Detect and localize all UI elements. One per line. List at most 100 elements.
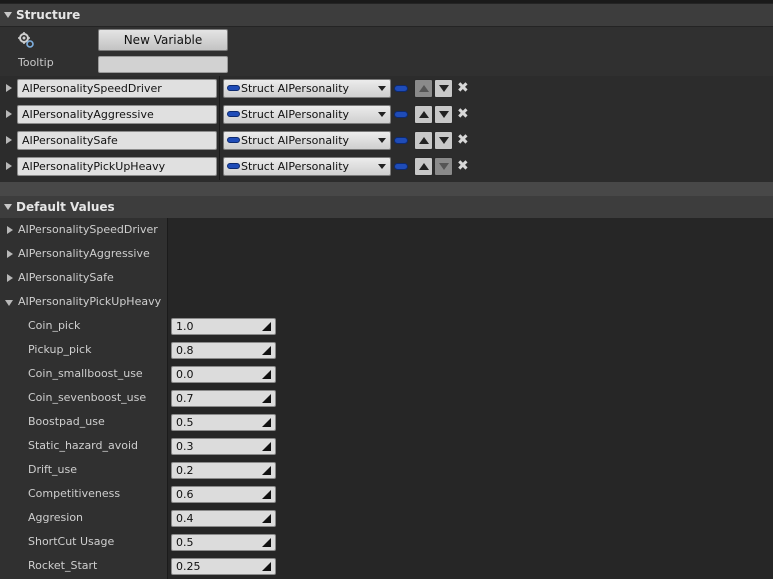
property-value-input[interactable]: 0.4 [171, 510, 276, 527]
property-value-input[interactable]: 0.5 [171, 414, 276, 431]
property-value: 0.4 [176, 512, 194, 525]
section-splitter[interactable] [0, 182, 773, 196]
close-icon[interactable]: ✖ [457, 80, 471, 96]
structure-header[interactable]: Structure [0, 4, 773, 26]
slider-drag-icon[interactable] [262, 538, 271, 547]
variable-name-input[interactable]: AIPersonalitySafe [17, 131, 217, 150]
default-values-title: Default Values [16, 200, 115, 214]
default-category-row[interactable]: AIPersonalityPickUpHeavy [0, 290, 167, 314]
property-value: 0.5 [176, 536, 194, 549]
variable-type-label: Struct AIPersonality [241, 134, 350, 147]
slider-drag-icon[interactable] [262, 442, 271, 451]
slider-drag-icon[interactable] [262, 490, 271, 499]
property-value-input[interactable]: 0.25 [171, 558, 276, 575]
variable-type-label: Struct AIPersonality [241, 82, 350, 95]
expand-arrow-icon[interactable] [7, 226, 13, 234]
struct-pin-icon [227, 163, 240, 169]
expand-arrow-icon[interactable] [6, 84, 12, 92]
default-category-row[interactable]: AIPersonalitySafe [0, 266, 167, 290]
slider-drag-icon[interactable] [262, 322, 271, 331]
property-label: Coin_sevenboost_use [28, 391, 147, 404]
slider-drag-icon[interactable] [262, 418, 271, 427]
container-type-icon[interactable] [394, 111, 408, 118]
column-divider[interactable] [167, 218, 168, 579]
container-type-icon[interactable] [394, 137, 408, 144]
default-category-row[interactable]: AIPersonalityAggressive [0, 242, 167, 266]
arrow-down-icon[interactable] [434, 131, 453, 150]
tooltip-input[interactable] [98, 56, 228, 73]
variable-name-input[interactable]: AIPersonalitySpeedDriver [17, 79, 217, 98]
property-value: 0.25 [176, 560, 201, 573]
category-label: AIPersonalityPickUpHeavy [18, 295, 162, 308]
slider-drag-icon[interactable] [262, 514, 271, 523]
chevron-down-icon [378, 112, 386, 117]
expand-arrow-icon[interactable] [6, 110, 12, 118]
slider-drag-icon[interactable] [262, 466, 271, 475]
property-value: 0.6 [176, 488, 194, 501]
container-type-icon[interactable] [394, 163, 408, 170]
chevron-down-icon [378, 164, 386, 169]
property-label: Pickup_pick [28, 343, 92, 356]
property-value: 0.5 [176, 416, 194, 429]
variable-row: AIPersonalitySafe Struct AIPersonality ✖ [0, 128, 773, 154]
column-separator [219, 76, 220, 102]
chevron-down-icon [378, 86, 386, 91]
container-type-icon[interactable] [394, 85, 408, 92]
variable-type-label: Struct AIPersonality [241, 108, 350, 121]
property-value-input[interactable]: 0.0 [171, 366, 276, 383]
gear-icon[interactable] [17, 31, 35, 49]
property-value: 0.8 [176, 344, 194, 357]
collapse-arrow-icon[interactable] [5, 300, 13, 306]
variable-type-dropdown[interactable]: Struct AIPersonality [223, 157, 391, 176]
property-value-input[interactable]: 0.6 [171, 486, 276, 503]
property-label: Aggresion [28, 511, 84, 524]
property-value-input[interactable]: 0.2 [171, 462, 276, 479]
default-values-header[interactable]: Default Values [0, 196, 773, 218]
property-value-input[interactable]: 0.3 [171, 438, 276, 455]
variable-row: AIPersonalitySpeedDriver Struct AIPersona… [0, 76, 773, 102]
expand-arrow-icon[interactable] [7, 250, 13, 258]
expand-arrow-icon[interactable] [7, 274, 13, 282]
slider-drag-icon[interactable] [262, 562, 271, 571]
property-value-input[interactable]: 1.0 [171, 318, 276, 335]
arrow-up-icon[interactable] [414, 79, 433, 98]
arrow-up-icon[interactable] [414, 157, 433, 176]
variable-row: AIPersonalityPickUpHeavy Struct AIPersona… [0, 154, 773, 180]
property-label: Coin_smallboost_use [28, 367, 143, 380]
property-value-input[interactable]: 0.7 [171, 390, 276, 407]
property-label: ShortCut Usage [28, 535, 115, 548]
arrow-up-icon[interactable] [414, 105, 433, 124]
property-value-input[interactable]: 0.8 [171, 342, 276, 359]
column-separator [219, 128, 220, 154]
close-icon[interactable]: ✖ [457, 158, 471, 174]
close-icon[interactable]: ✖ [457, 132, 471, 148]
arrow-down-icon[interactable] [434, 157, 453, 176]
property-value: 0.7 [176, 392, 194, 405]
close-icon[interactable]: ✖ [457, 106, 471, 122]
property-label: Competitiveness [28, 487, 121, 500]
arrow-down-icon[interactable] [434, 79, 453, 98]
property-value: 0.3 [176, 440, 194, 453]
property-value-input[interactable]: 0.5 [171, 534, 276, 551]
variable-type-dropdown[interactable]: Struct AIPersonality [223, 105, 391, 124]
variable-type-dropdown[interactable]: Struct AIPersonality [223, 79, 391, 98]
expand-arrow-icon[interactable] [6, 162, 12, 170]
expand-arrow-icon[interactable] [6, 136, 12, 144]
slider-drag-icon[interactable] [262, 346, 271, 355]
variable-name-input[interactable]: AIPersonalityPickUpHeavy [17, 157, 217, 176]
category-label: AIPersonalityAggressive [18, 247, 150, 260]
variable-type-label: Struct AIPersonality [241, 160, 350, 173]
variable-type-dropdown[interactable]: Struct AIPersonality [223, 131, 391, 150]
property-label: Boostpad_use [28, 415, 105, 428]
arrow-down-icon[interactable] [434, 105, 453, 124]
column-separator [219, 102, 220, 128]
category-label: AIPersonalitySafe [18, 271, 114, 284]
arrow-up-icon[interactable] [414, 131, 433, 150]
variable-name-input[interactable]: AIPersonalityAggressive [17, 105, 217, 124]
slider-drag-icon[interactable] [262, 394, 271, 403]
new-variable-button[interactable]: New Variable [98, 29, 228, 51]
default-category-row[interactable]: AIPersonalitySpeedDriver [0, 218, 167, 242]
slider-drag-icon[interactable] [262, 370, 271, 379]
top-border [0, 0, 773, 3]
property-label: Rocket_Start [28, 559, 98, 572]
